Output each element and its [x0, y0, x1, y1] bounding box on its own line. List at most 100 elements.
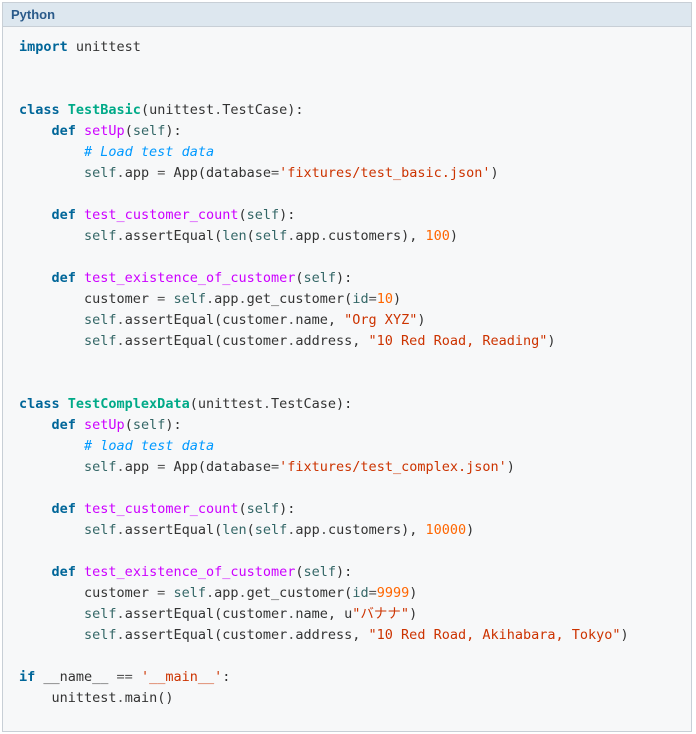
- code-token: [19, 270, 52, 286]
- code-token: name, u: [295, 606, 352, 622]
- code-token: [19, 522, 84, 538]
- code-line: customer = self.app.get_customer(id=10): [19, 289, 675, 310]
- code-token: unittest: [68, 39, 141, 55]
- code-token: TestCase):: [271, 396, 352, 412]
- code-token: assertEqual(customer: [125, 333, 288, 349]
- code-token: [19, 333, 84, 349]
- code-token: self: [84, 165, 117, 181]
- code-token: ): [547, 333, 555, 349]
- code-line: # Load test data: [19, 142, 675, 163]
- code-token: .: [117, 459, 125, 475]
- code-token: "バナナ": [352, 606, 409, 622]
- code-token: assertEqual(: [125, 522, 223, 538]
- code-token: 10: [377, 291, 393, 307]
- code-token: ):: [279, 207, 295, 223]
- code-token: [76, 270, 84, 286]
- code-token: [19, 165, 84, 181]
- code-token: assertEqual(: [125, 228, 223, 244]
- code-token: "10 Red Road, Reading": [369, 333, 548, 349]
- code-token: id: [352, 585, 368, 601]
- code-token: class: [19, 396, 60, 412]
- code-token: [19, 228, 84, 244]
- code-token: self: [247, 207, 280, 223]
- code-token: customers),: [328, 522, 426, 538]
- code-token: [19, 501, 52, 517]
- code-token: .: [117, 690, 125, 706]
- code-token: "Org XYZ": [344, 312, 417, 328]
- code-token: test_existence_of_customer: [84, 564, 295, 580]
- code-token: [19, 438, 84, 454]
- code-token: class: [19, 102, 60, 118]
- code-token: self: [304, 564, 337, 580]
- code-token: app: [295, 228, 319, 244]
- code-token: (unittest: [190, 396, 263, 412]
- code-line: class TestComplexData(unittest.TestCase)…: [19, 394, 675, 415]
- code-token: [19, 312, 84, 328]
- code-token: setUp: [84, 123, 125, 139]
- code-language-label: Python: [11, 7, 55, 22]
- code-token: __name__: [35, 669, 116, 685]
- code-token: self: [173, 291, 206, 307]
- code-token: .: [206, 291, 214, 307]
- code-token: [19, 123, 52, 139]
- code-token: self: [304, 270, 337, 286]
- code-token: customer: [19, 585, 157, 601]
- code-line: [19, 541, 675, 562]
- code-line: [19, 58, 675, 79]
- code-token: .: [117, 165, 125, 181]
- code-token: .: [263, 396, 271, 412]
- code-token: 10000: [426, 522, 467, 538]
- code-token: [76, 207, 84, 223]
- code-token: [19, 564, 52, 580]
- code-token: TestCase):: [222, 102, 303, 118]
- code-token: .: [206, 585, 214, 601]
- code-token: (: [295, 270, 303, 286]
- code-line: if __name__ == '__main__':: [19, 667, 675, 688]
- code-token: self: [84, 627, 117, 643]
- code-token: app: [125, 165, 158, 181]
- code-token: self: [84, 312, 117, 328]
- code-token: [19, 606, 84, 622]
- code-token: [76, 417, 84, 433]
- code-token: ):: [165, 417, 181, 433]
- code-token: customers),: [328, 228, 426, 244]
- code-token: test_customer_count: [84, 207, 238, 223]
- code-token: .: [214, 102, 222, 118]
- code-token: ): [621, 627, 629, 643]
- code-token: self: [84, 459, 117, 475]
- code-token: ): [466, 522, 474, 538]
- code-token: (: [247, 522, 255, 538]
- code-token: [76, 501, 84, 517]
- code-token: ): [450, 228, 458, 244]
- code-token: ):: [336, 270, 352, 286]
- code-token: =: [271, 459, 279, 475]
- code-token: (: [238, 501, 246, 517]
- code-token: self: [133, 417, 166, 433]
- code-line: def test_customer_count(self):: [19, 499, 675, 520]
- code-line: [19, 79, 675, 100]
- code-token: app: [125, 459, 158, 475]
- code-token: ):: [336, 564, 352, 580]
- code-line: [19, 352, 675, 373]
- code-token: .: [117, 522, 125, 538]
- code-line: [19, 373, 675, 394]
- code-token: import: [19, 39, 68, 55]
- code-line: self.app = App(database='fixtures/test_b…: [19, 163, 675, 184]
- code-token: TestBasic: [68, 102, 141, 118]
- code-token: self: [247, 501, 280, 517]
- code-token: 100: [426, 228, 450, 244]
- code-token: self: [84, 333, 117, 349]
- code-line: def setUp(self):: [19, 415, 675, 436]
- code-token: "10 Red Road, Akihabara, Tokyo": [369, 627, 621, 643]
- code-token: '__main__': [141, 669, 222, 685]
- code-line: def test_existence_of_customer(self):: [19, 268, 675, 289]
- code-line: self.app = App(database='fixtures/test_c…: [19, 457, 675, 478]
- code-line: unittest.main(): [19, 688, 675, 709]
- code-token: def: [52, 207, 76, 223]
- code-token: ):: [165, 123, 181, 139]
- code-line: customer = self.app.get_customer(id=9999…: [19, 583, 675, 604]
- code-token: test_customer_count: [84, 501, 238, 517]
- code-token: .: [239, 291, 247, 307]
- code-token: ): [409, 585, 417, 601]
- code-token: [76, 564, 84, 580]
